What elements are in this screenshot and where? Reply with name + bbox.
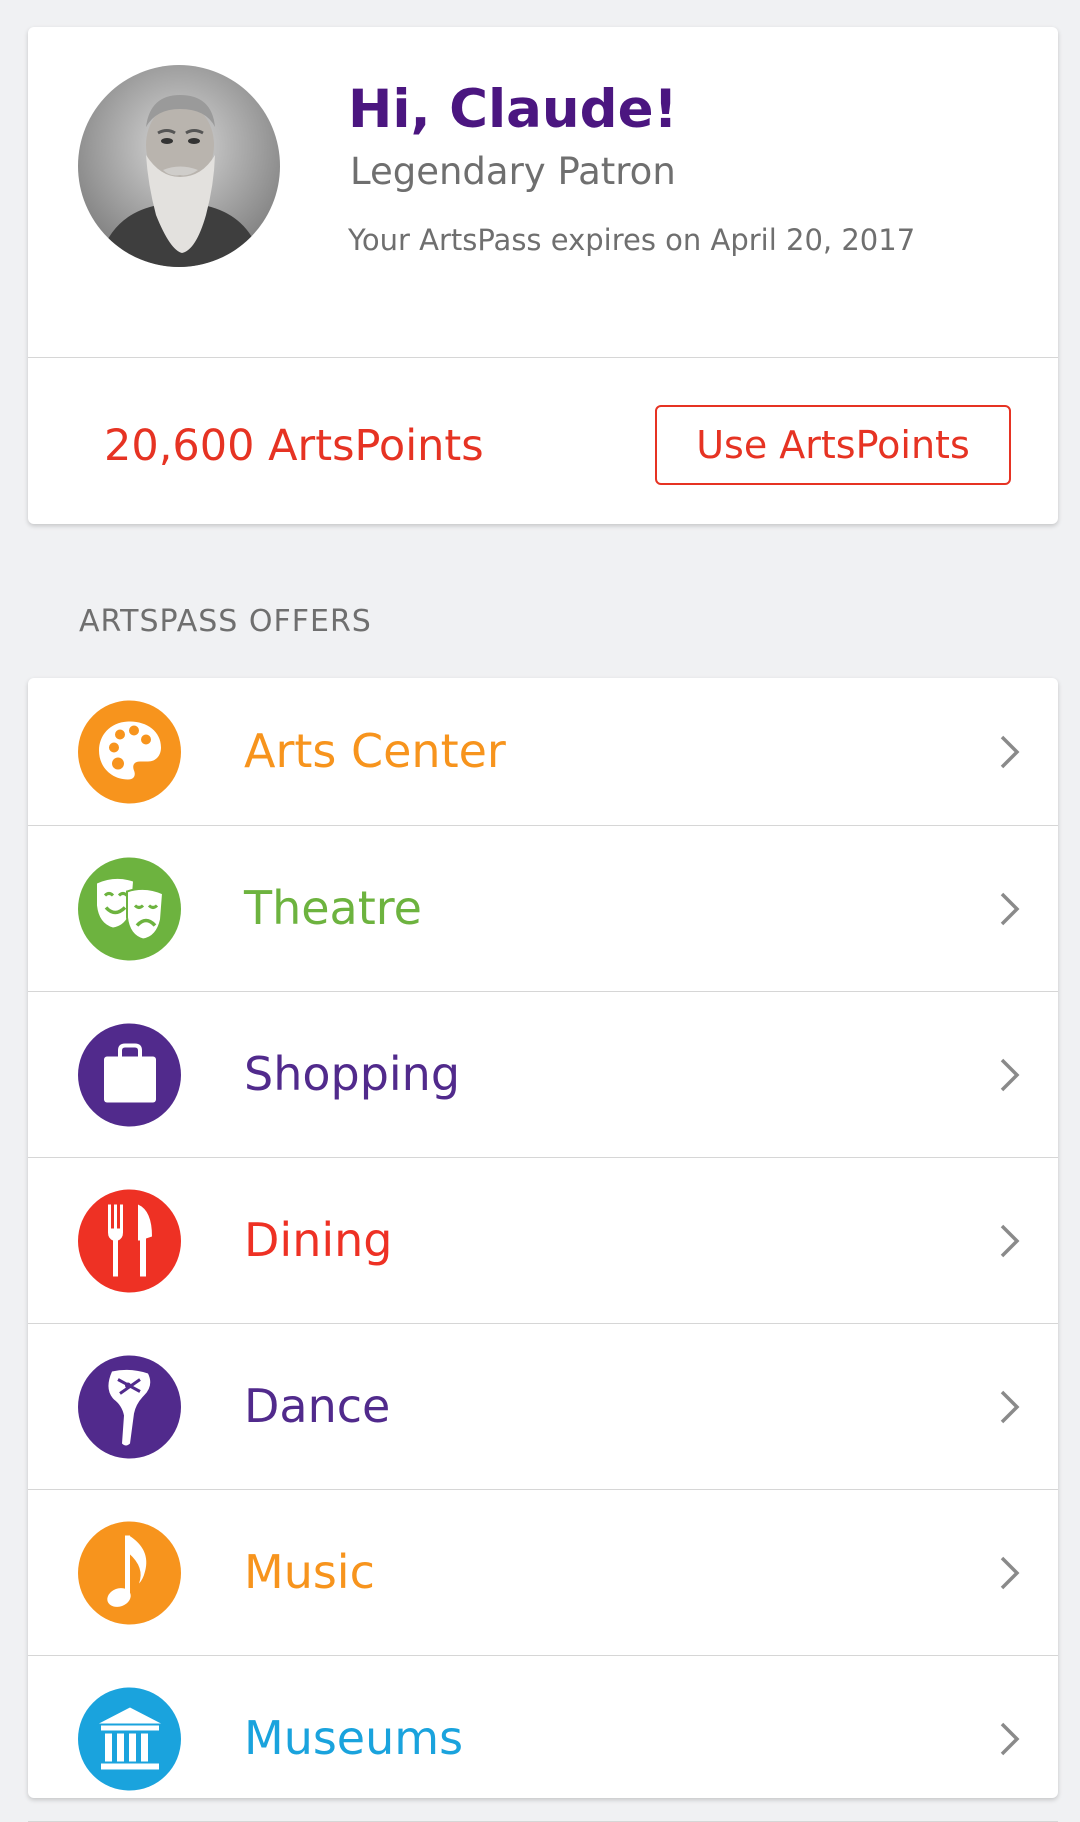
- points-balance: 20,600 ArtsPoints: [104, 421, 484, 471]
- offer-label: Arts Center: [244, 723, 506, 778]
- offer-row-dance[interactable]: Dance: [28, 1324, 1058, 1490]
- chevron-right-icon: [1000, 1224, 1020, 1257]
- pass-expiry-text: Your ArtsPass expires on April 20, 2017: [348, 223, 916, 257]
- avatar: [78, 65, 280, 267]
- chevron-right-icon: [1000, 892, 1020, 925]
- use-artspoints-button[interactable]: Use ArtsPoints: [655, 405, 1011, 485]
- fork-knife-icon: [78, 1189, 181, 1292]
- ballet-shoe-icon: [78, 1355, 181, 1458]
- offer-label: Dining: [244, 1212, 393, 1267]
- music-note-icon: [78, 1521, 181, 1624]
- theatre-masks-icon: [78, 857, 181, 960]
- palette-icon: [78, 700, 181, 803]
- divider: [28, 357, 1058, 358]
- offer-label: Dance: [244, 1378, 391, 1433]
- section-header-offers: ARTSPASS OFFERS: [79, 604, 372, 639]
- chevron-right-icon: [1000, 1058, 1020, 1091]
- offer-label: Theatre: [244, 880, 422, 935]
- offer-row-music[interactable]: Music: [28, 1490, 1058, 1656]
- offer-row-arts-center[interactable]: Arts Center: [28, 678, 1058, 826]
- offer-label: Music: [244, 1544, 375, 1599]
- offers-list: Arts Center Theatre Shopping Dining Danc…: [28, 678, 1058, 1822]
- chevron-right-icon: [1000, 735, 1020, 768]
- offer-row-dining[interactable]: Dining: [28, 1158, 1058, 1324]
- offer-row-theatre[interactable]: Theatre: [28, 826, 1058, 992]
- shopping-bag-icon: [78, 1023, 181, 1126]
- offer-row-shopping[interactable]: Shopping: [28, 992, 1058, 1158]
- member-level: Legendary Patron: [350, 150, 676, 193]
- greeting-title: Hi, Claude!: [348, 79, 678, 140]
- chevron-right-icon: [1000, 1556, 1020, 1589]
- offer-row-museums[interactable]: Museums: [28, 1656, 1058, 1822]
- offer-label: Shopping: [244, 1046, 461, 1101]
- profile-card: Hi, Claude! Legendary Patron Your ArtsPa…: [28, 27, 1058, 524]
- chevron-right-icon: [1000, 1390, 1020, 1423]
- offer-label: Museums: [244, 1710, 464, 1765]
- museum-icon: [78, 1687, 181, 1790]
- chevron-right-icon: [1000, 1722, 1020, 1755]
